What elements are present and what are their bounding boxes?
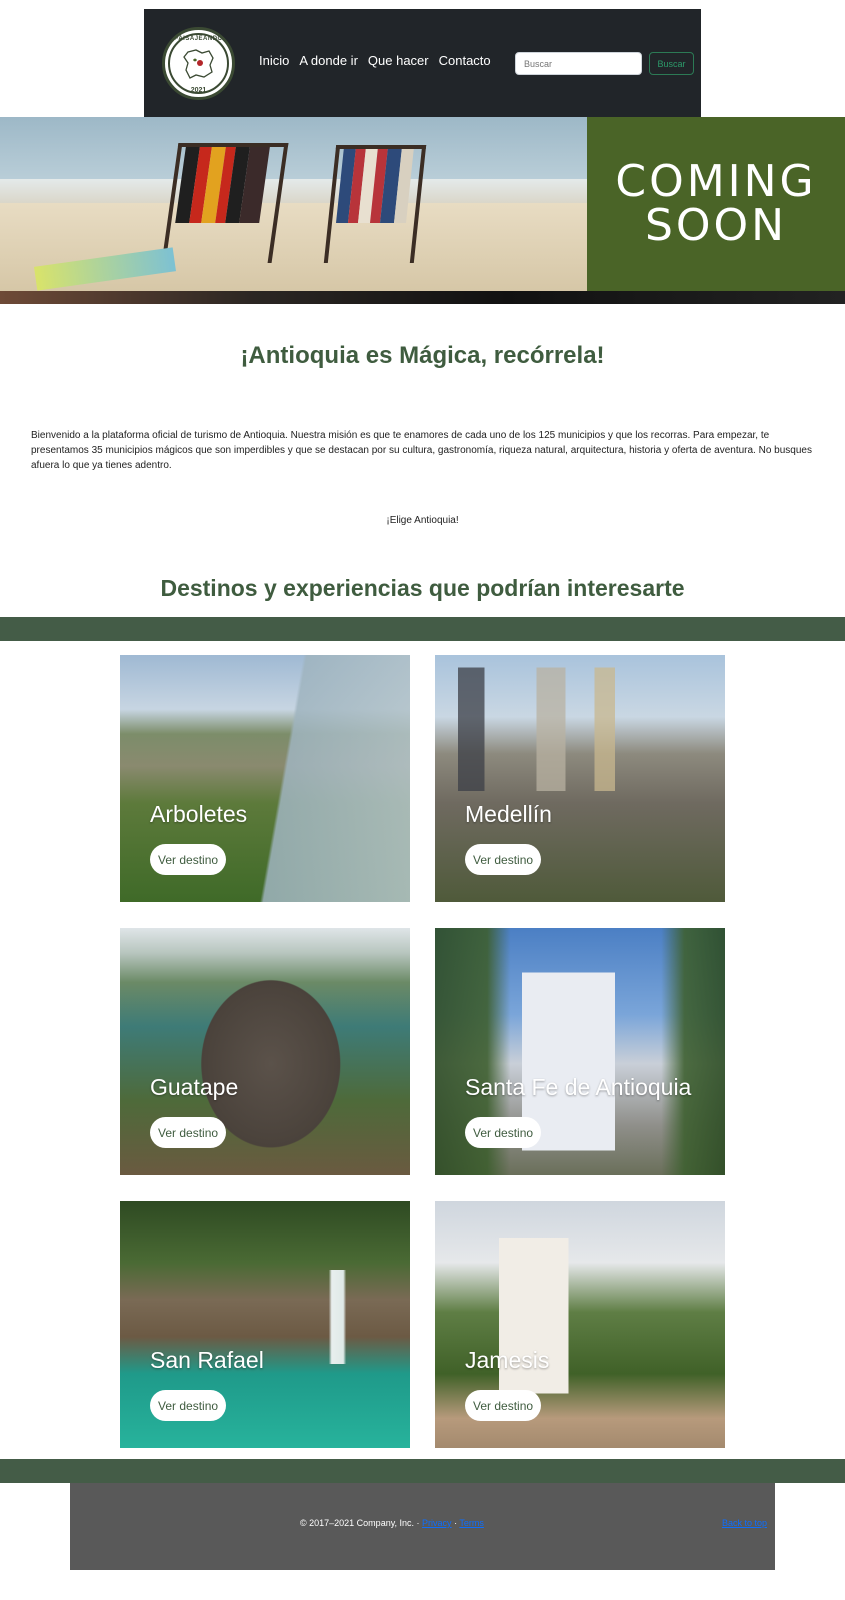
top-navbar: PAISAJEANDO 2021 Inicio A donde ir Que h… bbox=[144, 9, 701, 117]
destination-title: Jamesis bbox=[465, 1347, 550, 1373]
logo-year: 2021 bbox=[190, 87, 207, 94]
hero-bottom-strip bbox=[0, 291, 845, 304]
destination-card-jamesis[interactable]: Jamesis Ver destino bbox=[435, 1201, 725, 1448]
coming-soon-line1: COMING bbox=[615, 156, 817, 207]
back-to-top-link[interactable]: Back to top bbox=[722, 1518, 767, 1528]
nav-link-que-hacer[interactable]: Que hacer bbox=[368, 53, 429, 68]
footer: © 2017–2021 Company, Inc. · Privacy · Te… bbox=[70, 1483, 775, 1570]
beach-chairs-image bbox=[0, 117, 587, 291]
view-destination-button[interactable]: Ver destino bbox=[465, 1390, 542, 1421]
coming-soon-panel: COMING SOON bbox=[587, 117, 845, 291]
chair-frame bbox=[323, 145, 427, 263]
view-destination-button[interactable]: Ver destino bbox=[150, 1390, 227, 1421]
destination-card-arboletes[interactable]: Arboletes Ver destino bbox=[120, 655, 410, 902]
tagline: ¡Elige Antioquia! bbox=[386, 515, 459, 526]
beach-chair-left bbox=[161, 143, 289, 263]
logo-brand-text: PAISAJEANDO bbox=[174, 36, 223, 42]
view-destination-button[interactable]: Ver destino bbox=[465, 844, 542, 875]
hero-banner: COMING SOON bbox=[0, 117, 845, 304]
destination-title: San Rafael bbox=[150, 1347, 264, 1373]
nav-link-contacto[interactable]: Contacto bbox=[439, 53, 491, 68]
destination-title: Arboletes bbox=[150, 801, 248, 827]
copyright-text: © 2017–2021 Company, Inc. · bbox=[300, 1518, 423, 1528]
section-title-destinations: Destinos y experiencias que podrían inte… bbox=[160, 575, 685, 601]
destination-card-medellin[interactable]: Medellín Ver destino bbox=[435, 655, 725, 902]
destination-card-san-rafael[interactable]: San Rafael Ver destino bbox=[120, 1201, 410, 1448]
destination-card-guatape[interactable]: Guatape Ver destino bbox=[120, 928, 410, 1175]
footer-copyright: © 2017–2021 Company, Inc. · Privacy · Te… bbox=[300, 1518, 484, 1528]
view-destination-button[interactable]: Ver destino bbox=[150, 1117, 227, 1148]
green-divider-bottom bbox=[0, 1459, 845, 1483]
destination-card-santa-fe[interactable]: Santa Fe de Antioquia Ver destino bbox=[435, 928, 725, 1175]
nav-link-inicio[interactable]: Inicio bbox=[259, 53, 289, 68]
terms-link[interactable]: Terms bbox=[459, 1518, 484, 1528]
intro-paragraph: Bienvenido a la plataforma oficial de tu… bbox=[31, 430, 812, 471]
page-title: ¡Antioquia es Mágica, recórrela! bbox=[240, 342, 605, 369]
privacy-link[interactable]: Privacy bbox=[422, 1518, 452, 1528]
nav-link-a-donde-ir[interactable]: A donde ir bbox=[299, 53, 358, 68]
paisajeando-logo[interactable]: PAISAJEANDO 2021 bbox=[162, 27, 235, 100]
nav-links: Inicio A donde ir Que hacer Contacto bbox=[259, 53, 491, 68]
view-destination-button[interactable]: Ver destino bbox=[150, 844, 227, 875]
view-destination-button[interactable]: Ver destino bbox=[465, 1117, 542, 1148]
beach-chair-right bbox=[323, 145, 427, 263]
destination-title: Medellín bbox=[465, 801, 552, 827]
antioquia-map-icon bbox=[183, 49, 214, 79]
search-input[interactable] bbox=[515, 52, 642, 75]
chair-frame bbox=[161, 143, 289, 263]
destination-title: Santa Fe de Antioquia bbox=[465, 1074, 692, 1100]
search-button[interactable]: Buscar bbox=[649, 52, 694, 75]
destination-title: Guatape bbox=[150, 1074, 239, 1100]
green-divider-top bbox=[0, 617, 845, 641]
coming-soon-line2: SOON bbox=[644, 200, 788, 251]
